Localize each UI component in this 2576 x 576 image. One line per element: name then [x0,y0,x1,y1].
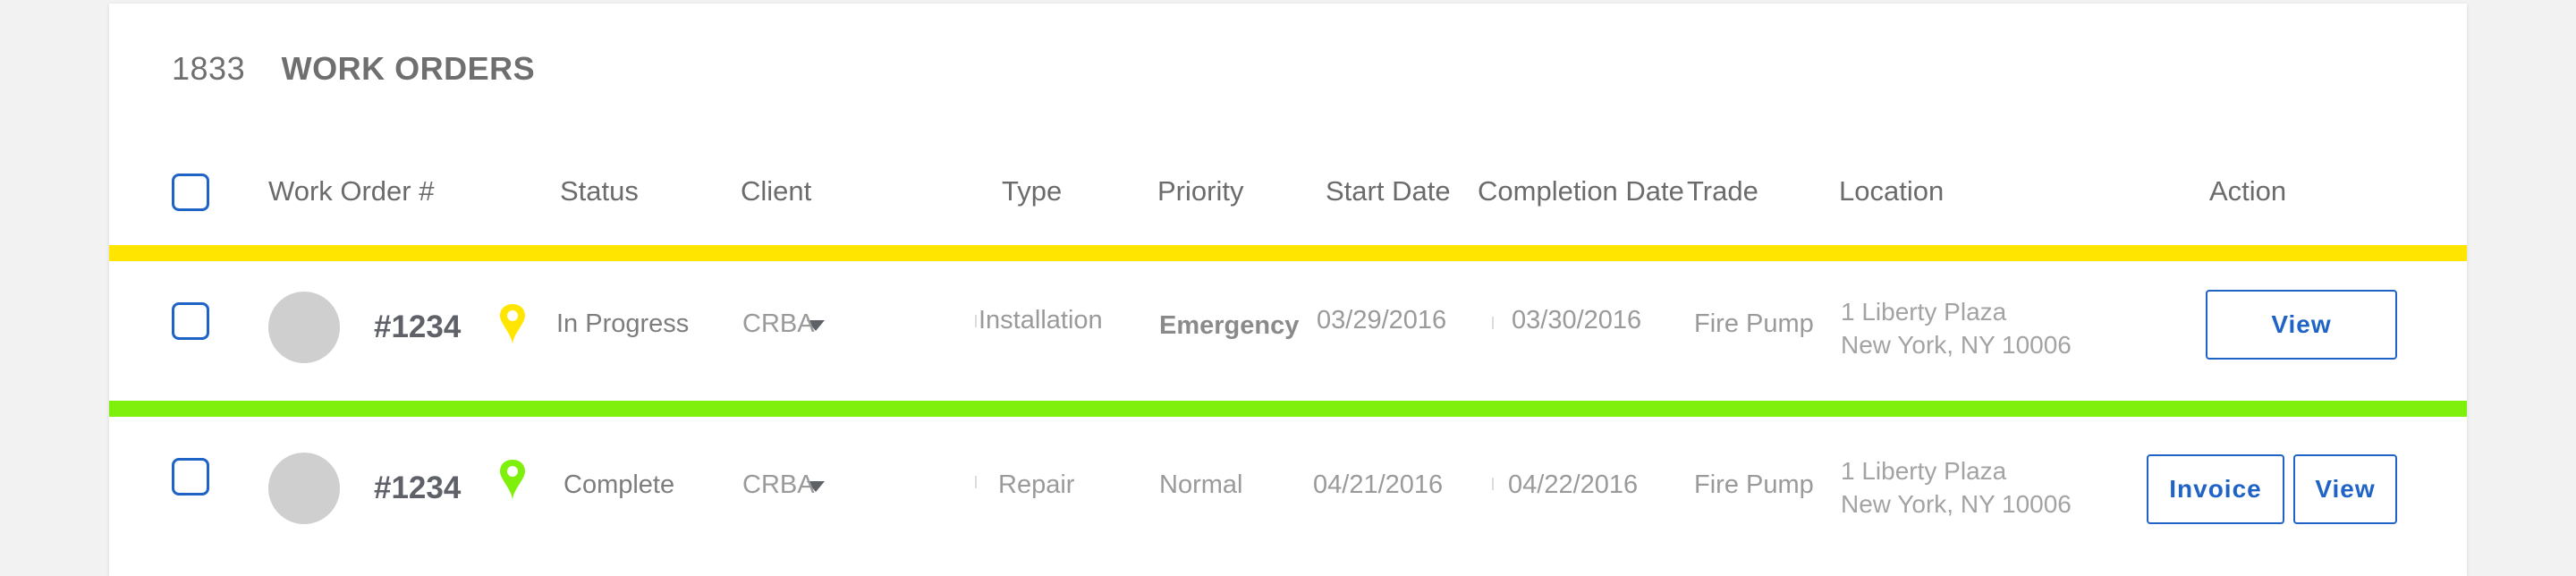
table-row[interactable]: #1234 Complete CRBA Repair Normal 04/21/… [109,417,2467,560]
status-select[interactable]: In Progress [556,309,689,339]
start-date: 03/29/2016 [1317,306,1447,335]
column-header-action: Action [2209,175,2287,207]
column-header-status[interactable]: Status [560,175,639,208]
column-header-start-date[interactable]: Start Date [1326,175,1451,208]
column-header-trade[interactable]: Trade [1687,175,1758,208]
divider [1492,478,1494,490]
row-checkbox[interactable] [172,302,209,340]
work-orders-heading: WORK ORDERS [281,50,536,87]
trade-value: Fire Pump [1694,470,1814,499]
location-address: 1 Liberty Plaza New York, NY 10006 [1841,454,2072,521]
view-button[interactable]: View [2206,290,2397,360]
priority-value: Normal [1159,470,1243,499]
work-type: Repair [998,470,1075,499]
column-header-location[interactable]: Location [1839,175,1944,208]
column-header-completion-date[interactable]: Completion Date [1478,175,1684,208]
work-orders-card: 1833 WORK ORDERS Work Order # Status Cli… [109,4,2467,576]
table-header: Work Order # Status Client Type Priority… [109,156,2467,227]
avatar [268,453,340,524]
view-button[interactable]: View [2293,454,2397,524]
location-address: 1 Liberty Plaza New York, NY 10006 [1841,295,2072,361]
completion-date: 03/30/2016 [1512,306,1642,335]
divider [1492,317,1494,329]
work-order-number[interactable]: #1234 [374,309,461,345]
client-name: CRBA [742,309,815,338]
column-header-priority[interactable]: Priority [1157,175,1243,208]
avatar [268,292,340,363]
work-order-number[interactable]: #1234 [374,470,461,506]
column-header-work-order[interactable]: Work Order # [268,175,434,208]
divider [975,315,977,327]
location-line-2: New York, NY 10006 [1841,331,2072,359]
row-checkbox[interactable] [172,458,209,496]
completion-date: 04/22/2016 [1508,470,1639,499]
column-header-type[interactable]: Type [1002,175,1062,208]
priority-value: Emergency [1159,311,1300,340]
column-header-client[interactable]: Client [741,175,811,208]
table-row[interactable]: #1234 In Progress CRBA Installation Emer… [109,261,2467,404]
invoice-button[interactable]: Invoice [2147,454,2284,524]
work-order-count: 1833 [172,50,246,87]
trade-value: Fire Pump [1694,309,1814,338]
client-name: CRBA [742,470,815,499]
divider [975,476,977,488]
start-date: 04/21/2016 [1313,470,1444,499]
map-pin-icon [500,304,525,345]
status-stripe-complete [109,401,2467,417]
location-line-2: New York, NY 10006 [1841,490,2072,518]
location-line-1: 1 Liberty Plaza [1841,457,2007,485]
map-pin-icon [500,460,525,501]
status-stripe-in-progress [109,245,2467,261]
work-type: Installation [979,306,1103,335]
page-title: 1833 WORK ORDERS [172,50,535,88]
status-select[interactable]: Complete [564,470,674,500]
select-all-checkbox[interactable] [172,174,209,211]
location-line-1: 1 Liberty Plaza [1841,298,2007,326]
